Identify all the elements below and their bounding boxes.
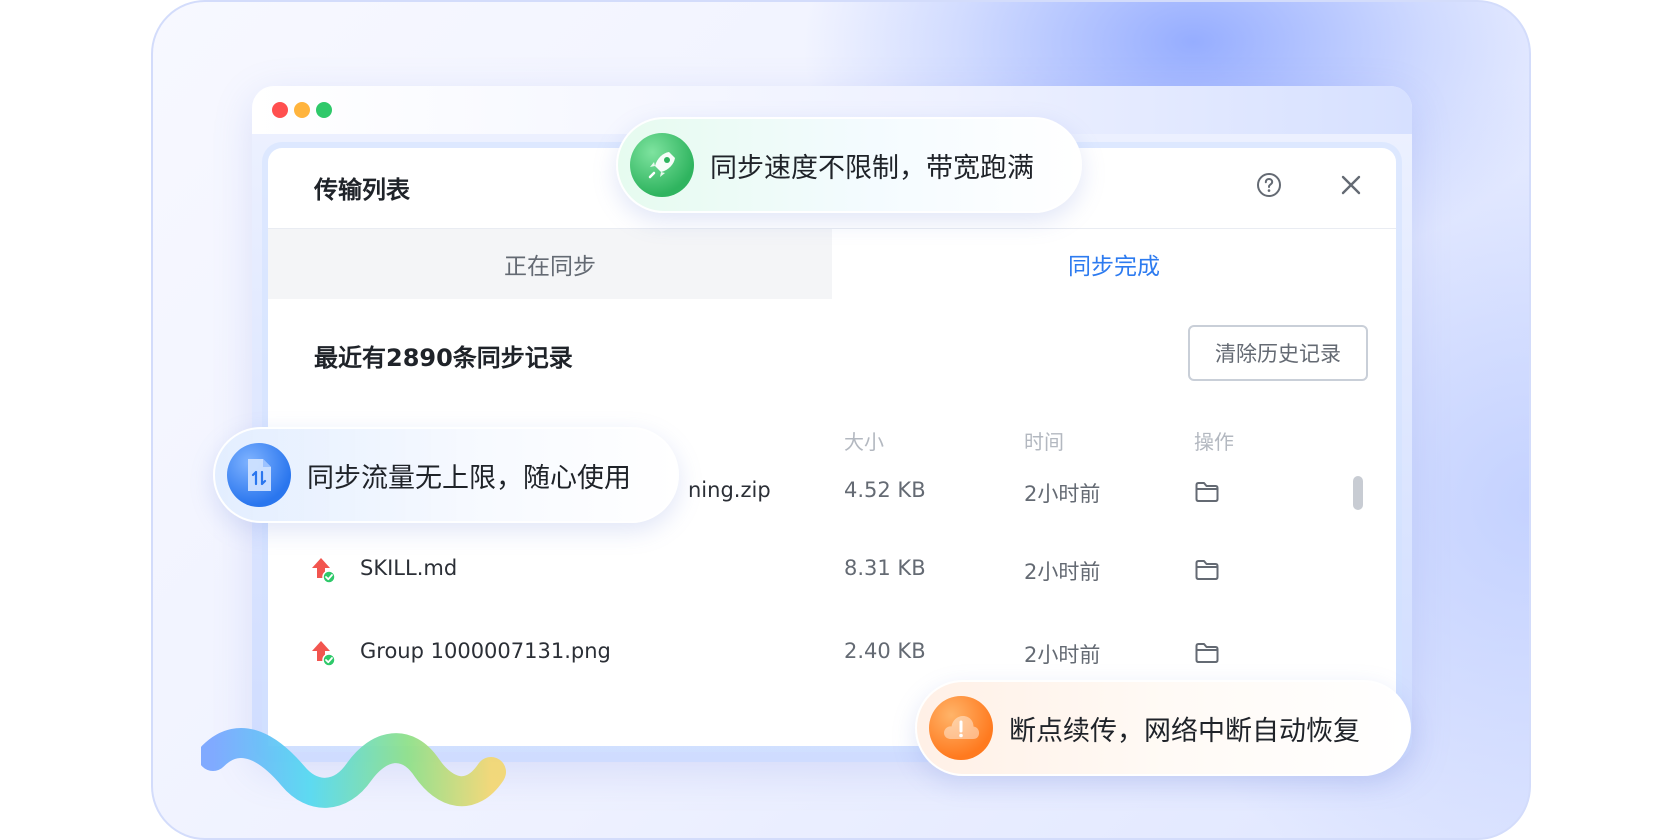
file-time: 2小时前 <box>1024 560 1101 584</box>
file-name: Group 1000007131.png <box>360 639 611 663</box>
tab-sync-done[interactable]: 同步完成 <box>832 229 1396 299</box>
clear-history-button[interactable]: 清除历史记录 <box>1188 325 1368 381</box>
upload-done-icon <box>312 641 336 667</box>
column-header-time: 时间 <box>1024 430 1064 454</box>
question-circle-icon[interactable] <box>1256 172 1282 198</box>
file-time: 2小时前 <box>1024 643 1101 667</box>
file-name: ning.zip <box>688 478 771 502</box>
table-row[interactable]: SKILL.md 8.31 KB 2小时前 <box>268 540 1396 600</box>
cloud-warning-icon <box>929 696 993 760</box>
sync-file-icon <box>227 443 291 507</box>
open-folder-icon[interactable] <box>1194 641 1220 665</box>
feature-pill-resume: 断点续传，网络中断自动恢复 <box>915 680 1411 776</box>
file-size: 8.31 KB <box>844 556 926 580</box>
feature-pill-text: 同步流量无上限，随心使用 <box>307 462 631 494</box>
window-close-dot[interactable] <box>272 102 288 118</box>
open-folder-icon[interactable] <box>1194 558 1220 582</box>
file-size: 2.40 KB <box>844 639 926 663</box>
open-folder-icon[interactable] <box>1194 480 1220 504</box>
column-header-size: 大小 <box>844 430 884 454</box>
records-count-title: 最近有2890条同步记录 <box>314 344 573 372</box>
dialog-title: 传输列表 <box>314 176 410 204</box>
feature-pill-traffic: 同步流量无上限，随心使用 <box>213 427 679 523</box>
column-header-op: 操作 <box>1194 430 1234 454</box>
promo-stage: 传输列表 正在同步 同步完成 最近有2890条同步记录 清除历史记录 大小 时间… <box>151 0 1531 840</box>
file-time: 2小时前 <box>1024 482 1101 506</box>
close-icon[interactable] <box>1338 172 1364 198</box>
file-size: 4.52 KB <box>844 478 926 502</box>
tab-bar: 正在同步 同步完成 <box>268 229 1396 299</box>
feature-pill-text: 断点续传，网络中断自动恢复 <box>1009 715 1360 747</box>
table-row[interactable]: Group 1000007131.png 2.40 KB 2小时前 <box>268 623 1396 683</box>
window-minimize-dot[interactable] <box>294 102 310 118</box>
tab-syncing[interactable]: 正在同步 <box>268 229 832 299</box>
feature-pill-text: 同步速度不限制，带宽跑满 <box>710 152 1034 184</box>
window-maximize-dot[interactable] <box>316 102 332 118</box>
decorative-wave <box>201 728 506 808</box>
file-name: SKILL.md <box>360 556 458 580</box>
upload-done-icon <box>312 558 336 584</box>
feature-pill-speed: 同步速度不限制，带宽跑满 <box>616 117 1082 213</box>
rocket-icon <box>630 133 694 197</box>
